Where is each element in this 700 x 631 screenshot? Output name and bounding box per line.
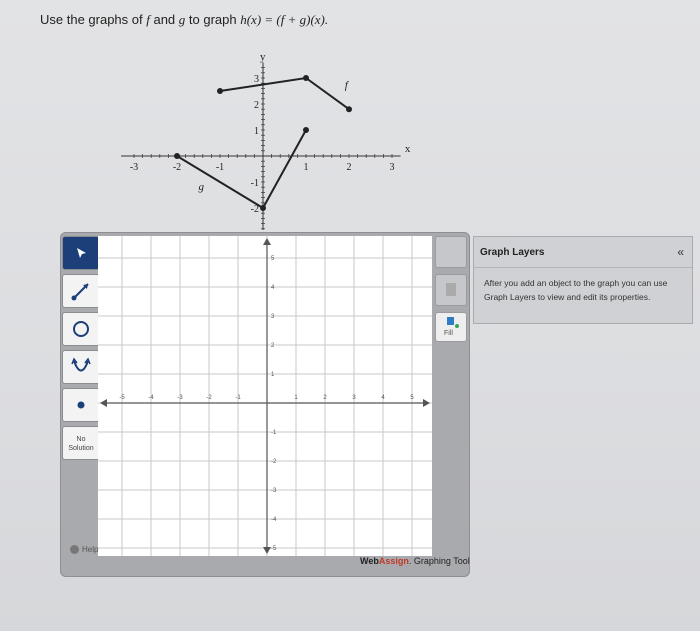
ref-x-tick-label: -1 bbox=[216, 162, 224, 173]
plot-y-tick-label: -4 bbox=[271, 517, 277, 523]
plot-x-tick-label: 1 bbox=[294, 395, 298, 401]
graph-canvas[interactable]: -5 -4 -3 -2 -1 1 2 3 4 5 5 4 3 2 1 -1 -2 -3 -4 -5 bbox=[92, 228, 442, 578]
graph-layers-panel: Graph Layers « After you add an object t… bbox=[473, 236, 693, 324]
help-label: Help bbox=[82, 545, 99, 554]
x-axis-arrow-left bbox=[100, 399, 107, 407]
plot-x-tick-label: -2 bbox=[206, 395, 212, 401]
right-tool-column: Fill bbox=[435, 236, 467, 556]
graph-layers-description: After you add an object to the graph you… bbox=[484, 278, 668, 302]
question-text: Use the graphs of f and g to graph h(x) … bbox=[40, 12, 328, 28]
f-graph-point bbox=[346, 106, 352, 113]
brand-assign: Assign bbox=[378, 556, 409, 566]
toolbar: No Solution bbox=[62, 236, 100, 550]
graph-layers-title: Graph Layers bbox=[480, 246, 545, 258]
f-graph-point bbox=[217, 88, 223, 94]
plot-y-tick-label: 5 bbox=[271, 256, 275, 262]
graph-layers-header: Graph Layers « bbox=[474, 237, 692, 268]
page: Use the graphs of f and g to graph h(x) … bbox=[0, 0, 700, 631]
delete-button[interactable] bbox=[435, 236, 467, 268]
ref-x-tick-label: 3 bbox=[390, 162, 395, 173]
plot-y-tick-label: 3 bbox=[271, 314, 275, 320]
question-suffix: to graph bbox=[185, 12, 241, 27]
graph-grid: -5 -4 -3 -2 -1 1 2 3 4 5 5 4 3 2 1 -1 -2 -3 -4 -5 bbox=[92, 228, 442, 578]
g-graph-point bbox=[174, 153, 180, 159]
ref-y-tick-label: 2 bbox=[254, 100, 259, 111]
plot-x-tick-label: 4 bbox=[381, 395, 385, 401]
circle-icon bbox=[73, 321, 89, 337]
plot-y-tick-label: -1 bbox=[271, 430, 277, 436]
trash-icon bbox=[446, 283, 456, 296]
plot-y-tick-label: 4 bbox=[271, 285, 275, 291]
line-tool-button[interactable] bbox=[62, 274, 100, 308]
ref-x-tick-label: 1 bbox=[304, 162, 309, 173]
webassign-brand: WebAssign. Graphing Tool bbox=[360, 556, 470, 566]
g-graph-line bbox=[176, 129, 307, 210]
help-link[interactable]: Help bbox=[70, 545, 99, 555]
ref-y-tick-label: -1 bbox=[251, 178, 259, 189]
ref-y-axis-label: y bbox=[260, 51, 266, 63]
ref-x-axis-label: x bbox=[405, 143, 411, 155]
brand-suffix: . Graphing Tool bbox=[408, 556, 470, 566]
question-formula: h(x) = (f + g)(x). bbox=[240, 12, 329, 27]
ref-x-tick-label: -2 bbox=[173, 162, 181, 173]
brand-web: Web bbox=[360, 556, 379, 566]
trash-button[interactable] bbox=[435, 274, 467, 306]
ref-x-tick-label: 2 bbox=[347, 162, 352, 173]
point-tool-button[interactable] bbox=[62, 388, 100, 422]
f-label: f bbox=[345, 79, 350, 91]
ref-y-tick-label: 1 bbox=[254, 126, 259, 137]
circle-tool-button[interactable] bbox=[62, 312, 100, 346]
ref-x-tick-label: -3 bbox=[130, 162, 138, 173]
plot-x-tick-label: -4 bbox=[148, 395, 154, 401]
help-icon bbox=[70, 545, 79, 555]
plot-x-tick-label: -3 bbox=[177, 395, 183, 401]
select-tool-button[interactable] bbox=[62, 236, 100, 270]
f-graph-line bbox=[219, 76, 350, 111]
fill-button[interactable]: Fill bbox=[435, 312, 467, 342]
plot-x-tick-label: 2 bbox=[323, 395, 327, 401]
ref-y-tick-label: 3 bbox=[254, 74, 259, 85]
y-axis-arrow-down bbox=[263, 547, 271, 554]
fill-label: Fill bbox=[444, 330, 453, 337]
parabola-icon bbox=[71, 357, 91, 372]
plot-y-tick-label: -5 bbox=[271, 546, 277, 552]
f-graph-point bbox=[303, 75, 309, 81]
g-label: g bbox=[199, 181, 205, 193]
fill-icon bbox=[447, 317, 459, 328]
g-graph-point bbox=[303, 127, 309, 133]
plot-y-tick-label: 2 bbox=[271, 343, 275, 349]
plot-y-tick-label: 1 bbox=[271, 372, 275, 378]
no-solution-button[interactable]: No Solution bbox=[62, 426, 100, 460]
pointer-icon bbox=[77, 248, 86, 258]
plot-y-tick-label: -2 bbox=[271, 459, 277, 465]
collapse-button[interactable]: « bbox=[677, 245, 684, 259]
plot-x-tick-label: 3 bbox=[352, 395, 356, 401]
reference-graph: -3-2-1123321-1-2-3xyfg bbox=[121, 51, 411, 230]
x-axis-arrow-right bbox=[423, 399, 430, 407]
question-mid: and bbox=[149, 12, 179, 27]
plot-y-tick-label: -3 bbox=[271, 488, 277, 494]
line-segment-icon bbox=[71, 283, 89, 301]
plot-x-tick-label: -5 bbox=[119, 395, 125, 401]
point-icon bbox=[77, 401, 85, 409]
parabola-tool-button[interactable] bbox=[62, 350, 100, 384]
g-graph-point bbox=[260, 205, 266, 211]
plot-x-tick-label: -1 bbox=[235, 395, 241, 401]
question-prefix: Use the graphs of bbox=[40, 12, 147, 27]
y-axis-arrow-up bbox=[263, 238, 271, 245]
plot-x-tick-label: 5 bbox=[410, 395, 414, 401]
